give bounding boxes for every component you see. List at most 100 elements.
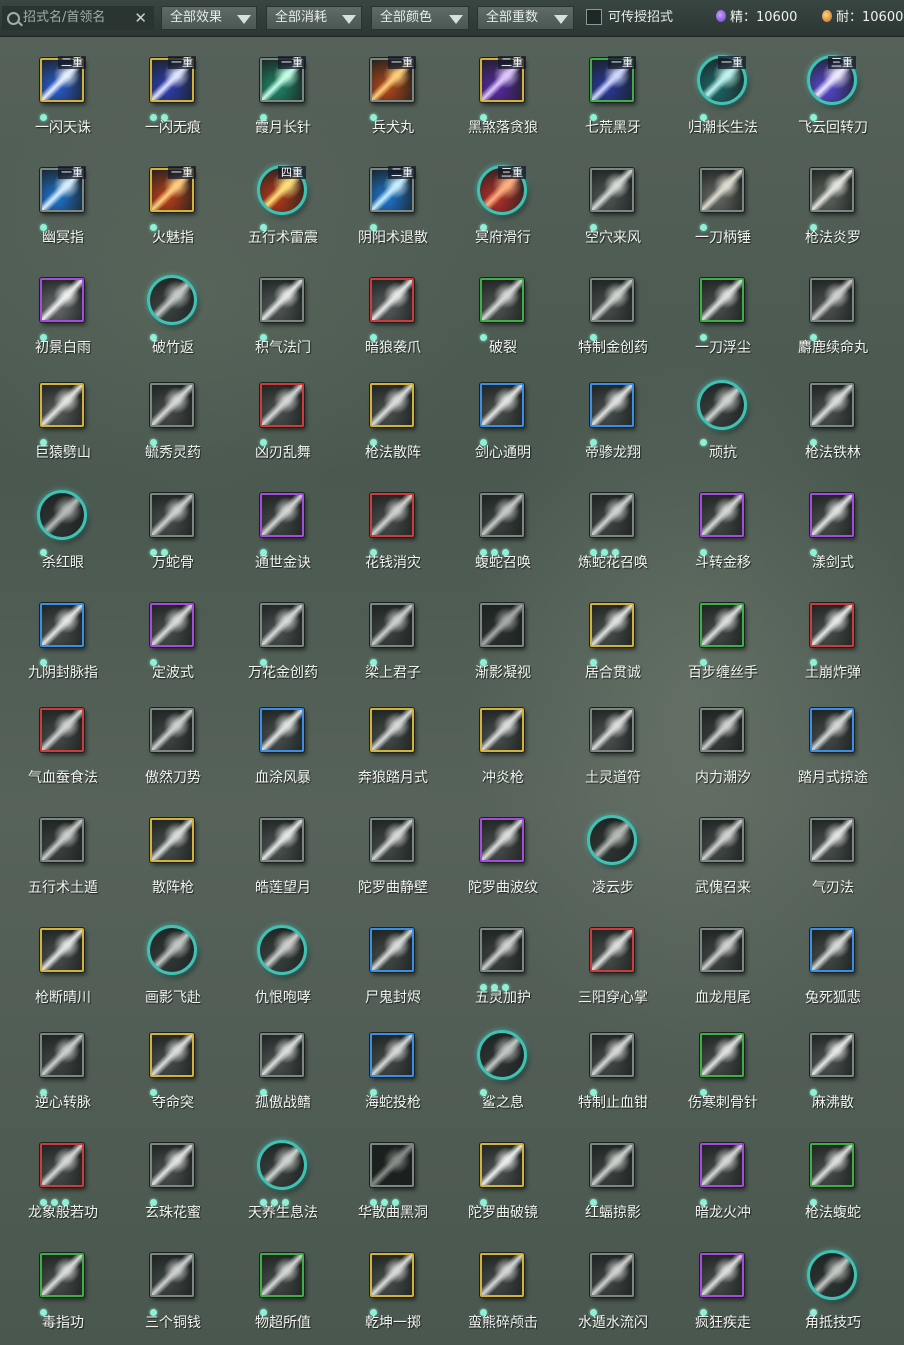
- skill-icon[interactable]: [810, 493, 854, 537]
- skill-slot[interactable]: 凶刃乱舞: [220, 365, 330, 475]
- skill-icon[interactable]: [700, 818, 744, 862]
- skill-icon[interactable]: [477, 1030, 527, 1080]
- skill-slot[interactable]: 一刀柄锤: [660, 150, 770, 260]
- skill-icon[interactable]: [807, 1250, 857, 1300]
- skill-slot[interactable]: 奔狼踏月式: [330, 690, 440, 800]
- skill-icon[interactable]: [700, 1143, 744, 1187]
- skill-icon[interactable]: [147, 275, 197, 325]
- skill-icon[interactable]: [590, 928, 634, 972]
- skill-icon[interactable]: [810, 818, 854, 862]
- skill-icon[interactable]: [260, 383, 304, 427]
- skill-icon[interactable]: [590, 603, 634, 647]
- skill-slot[interactable]: 龙象般若功: [0, 1125, 110, 1235]
- skill-icon[interactable]: [700, 278, 744, 322]
- skill-slot[interactable]: 陀罗曲波纹: [440, 800, 550, 910]
- skill-slot[interactable]: 乾坤一掷: [330, 1235, 440, 1345]
- skill-icon[interactable]: [370, 928, 414, 972]
- skill-slot[interactable]: 帝骖龙翔: [550, 365, 660, 475]
- skill-slot[interactable]: 气刃法: [770, 800, 880, 910]
- skill-slot[interactable]: 孤傲战鳍: [220, 1015, 330, 1125]
- skill-slot[interactable]: 画影飞赴: [110, 910, 220, 1020]
- skill-icon[interactable]: [150, 383, 194, 427]
- skill-icon[interactable]: [370, 1143, 414, 1187]
- skill-slot[interactable]: 二重 黑煞落贪狼: [440, 40, 550, 150]
- skill-icon[interactable]: [590, 383, 634, 427]
- skill-slot[interactable]: 炼蛇花召唤: [550, 475, 660, 585]
- skill-icon[interactable]: [260, 818, 304, 862]
- skill-slot[interactable]: 枪断晴川: [0, 910, 110, 1020]
- skill-slot[interactable]: 麝鹿续命丸: [770, 260, 880, 370]
- skill-slot[interactable]: 凌云步: [550, 800, 660, 910]
- skill-slot[interactable]: 剑心通明: [440, 365, 550, 475]
- skill-slot[interactable]: 破裂: [440, 260, 550, 370]
- skill-slot[interactable]: 陀罗曲破镜: [440, 1125, 550, 1235]
- skill-slot[interactable]: 毓秀灵药: [110, 365, 220, 475]
- skill-icon[interactable]: [370, 383, 414, 427]
- color-filter-dropdown[interactable]: 全部颜色: [371, 6, 469, 30]
- skill-icon[interactable]: [700, 708, 744, 752]
- skill-icon[interactable]: [40, 1143, 84, 1187]
- skill-icon[interactable]: [40, 383, 84, 427]
- skill-slot[interactable]: 五行术土遁: [0, 800, 110, 910]
- skill-icon[interactable]: [480, 818, 524, 862]
- skill-slot[interactable]: 一重 七荒黑牙: [550, 40, 660, 150]
- skill-slot[interactable]: 九阴封脉指: [0, 585, 110, 695]
- skill-icon[interactable]: [260, 278, 304, 322]
- skill-slot[interactable]: 夺命突: [110, 1015, 220, 1125]
- skill-icon[interactable]: [260, 493, 304, 537]
- skill-icon[interactable]: [590, 493, 634, 537]
- skill-slot[interactable]: 海蛇投枪: [330, 1015, 440, 1125]
- skill-slot[interactable]: 武傀召来: [660, 800, 770, 910]
- skill-slot[interactable]: 兔死狐悲: [770, 910, 880, 1020]
- skill-icon[interactable]: [590, 1143, 634, 1187]
- skill-slot[interactable]: 四重 五行术雷震: [220, 150, 330, 260]
- skill-slot[interactable]: 麻沸散: [770, 1015, 880, 1125]
- skill-slot[interactable]: 散阵枪: [110, 800, 220, 910]
- skill-slot[interactable]: 杀红眼: [0, 475, 110, 585]
- skill-slot[interactable]: 一重 归潮长生法: [660, 40, 770, 150]
- skill-icon[interactable]: [587, 815, 637, 865]
- skill-icon[interactable]: [260, 708, 304, 752]
- skill-slot[interactable]: 傲然刀势: [110, 690, 220, 800]
- cost-filter-dropdown[interactable]: 全部消耗: [266, 6, 362, 30]
- skill-slot[interactable]: 血龙甩尾: [660, 910, 770, 1020]
- skill-slot[interactable]: 万花金创药: [220, 585, 330, 695]
- skill-slot[interactable]: 一重 幽冥指: [0, 150, 110, 260]
- skill-slot[interactable]: 三阳穿心掌: [550, 910, 660, 1020]
- skill-slot[interactable]: 二重 阴阳术退散: [330, 150, 440, 260]
- skill-slot[interactable]: 疯狂疾走: [660, 1235, 770, 1345]
- skill-icon[interactable]: [480, 603, 524, 647]
- skill-icon[interactable]: [480, 1143, 524, 1187]
- skill-slot[interactable]: 一重 霞月长针: [220, 40, 330, 150]
- skill-slot[interactable]: 物超所值: [220, 1235, 330, 1345]
- skill-slot[interactable]: 居合贯诚: [550, 585, 660, 695]
- skill-icon[interactable]: [370, 278, 414, 322]
- skill-slot[interactable]: 初景白雨: [0, 260, 110, 370]
- skill-slot[interactable]: 皓莲望月: [220, 800, 330, 910]
- skill-slot[interactable]: 特制金创药: [550, 260, 660, 370]
- skill-slot[interactable]: 花钱消灾: [330, 475, 440, 585]
- skill-slot[interactable]: 枪法铁林: [770, 365, 880, 475]
- tier-filter-dropdown[interactable]: 全部重数: [477, 6, 574, 30]
- skill-slot[interactable]: 尸鬼封烬: [330, 910, 440, 1020]
- skill-icon[interactable]: [480, 278, 524, 322]
- skill-icon[interactable]: [40, 818, 84, 862]
- skill-slot[interactable]: 三重 飞云回转刀: [770, 40, 880, 150]
- skill-slot[interactable]: 红蝠掠影: [550, 1125, 660, 1235]
- skill-slot[interactable]: 梁上君子: [330, 585, 440, 695]
- skill-slot[interactable]: 暗狼袭爪: [330, 260, 440, 370]
- skill-slot[interactable]: 三重 冥府滑行: [440, 150, 550, 260]
- skill-slot[interactable]: 华散曲黑洞: [330, 1125, 440, 1235]
- skill-icon[interactable]: [260, 1033, 304, 1077]
- skill-slot[interactable]: 土崩炸弹: [770, 585, 880, 695]
- skill-slot[interactable]: 三个铜钱: [110, 1235, 220, 1345]
- skill-slot[interactable]: 水遁水流闪: [550, 1235, 660, 1345]
- skill-icon[interactable]: [150, 1253, 194, 1297]
- skill-icon[interactable]: [810, 383, 854, 427]
- skill-slot[interactable]: 渐影凝视: [440, 585, 550, 695]
- skill-slot[interactable]: 玄珠花蜜: [110, 1125, 220, 1235]
- skill-icon[interactable]: [150, 603, 194, 647]
- skill-icon[interactable]: [810, 603, 854, 647]
- skill-slot[interactable]: 五灵加护: [440, 910, 550, 1020]
- skill-slot[interactable]: 二重 一闪天诛: [0, 40, 110, 150]
